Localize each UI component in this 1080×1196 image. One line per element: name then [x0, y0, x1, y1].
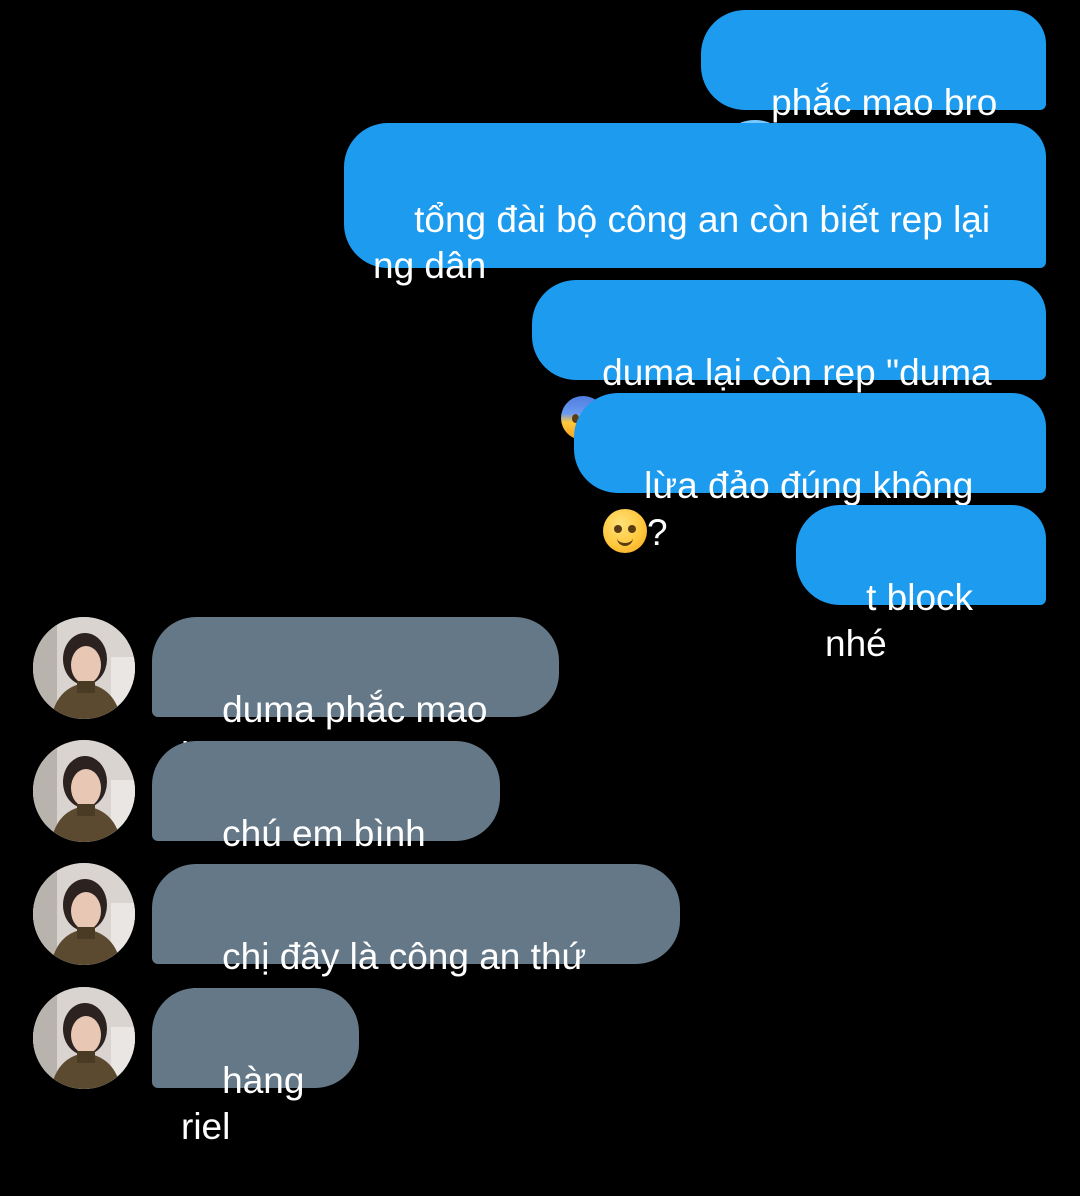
- message-incoming[interactable]: duma phắc mao bro: [152, 617, 559, 776]
- slightly-smiling-face-icon: [603, 509, 647, 553]
- avatar[interactable]: [33, 987, 135, 1089]
- message-text: phắc mao bro: [771, 82, 998, 123]
- avatar-photo: [33, 863, 135, 965]
- message-incoming[interactable]: chú em bình tĩnh: [152, 741, 500, 900]
- message-text: t block nhé: [825, 577, 984, 664]
- chat-thread: phắc mao bro tổng đài bộ công an còn biế…: [0, 0, 1080, 1147]
- message-outgoing[interactable]: t block nhé: [796, 505, 1046, 664]
- avatar-photo: [33, 617, 135, 719]
- message-outgoing[interactable]: duma lại còn rep "duma: [532, 280, 1046, 440]
- message-incoming[interactable]: chị đây là công an thứ thiệt: [152, 864, 680, 1023]
- avatar[interactable]: [33, 863, 135, 965]
- message-text: tổng đài bộ công an còn biết rep lại ng …: [373, 199, 991, 286]
- message-outgoing[interactable]: lừa đảo đúng không?: [574, 393, 1046, 553]
- message-text-suffix: ?: [647, 512, 668, 553]
- message-text: duma lại còn rep "duma: [602, 352, 992, 393]
- avatar-photo: [33, 987, 135, 1089]
- message-text: hàng riel: [181, 1060, 315, 1147]
- avatar[interactable]: [33, 617, 135, 719]
- avatar-photo: [33, 740, 135, 842]
- message-outgoing[interactable]: phắc mao bro: [701, 10, 1046, 170]
- avatar[interactable]: [33, 740, 135, 842]
- message-outgoing[interactable]: tổng đài bộ công an còn biết rep lại ng …: [344, 123, 1046, 286]
- message-text: lừa đảo đúng không: [644, 465, 974, 506]
- message-incoming[interactable]: hàng riel: [152, 988, 359, 1147]
